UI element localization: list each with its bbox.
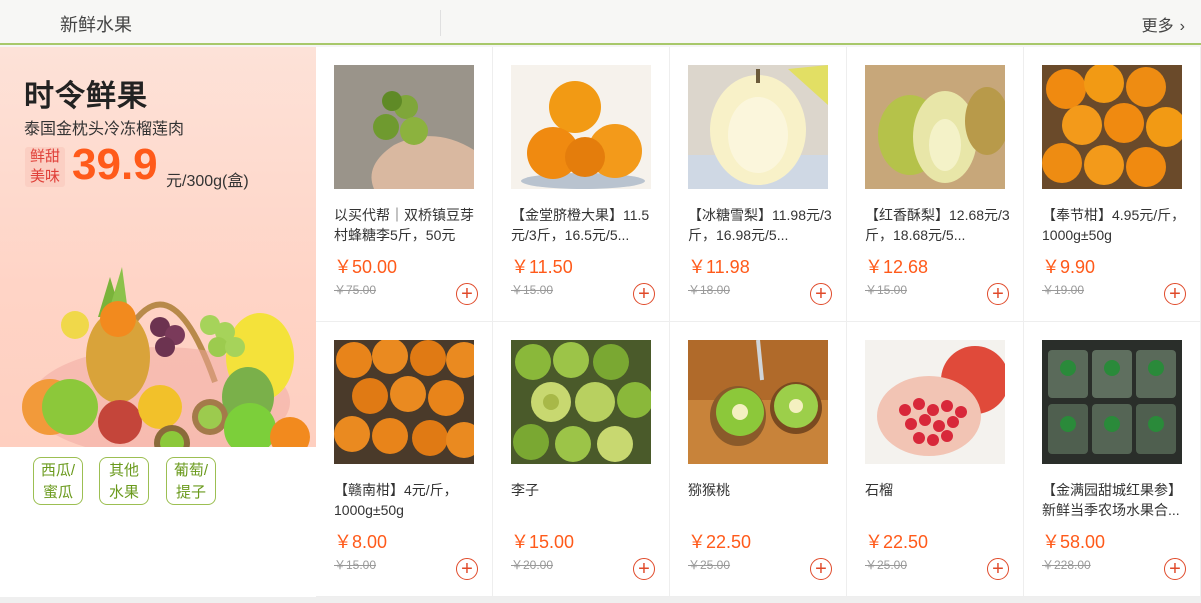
packed-fruit-photo bbox=[1042, 340, 1182, 464]
bottom-strip bbox=[0, 597, 1201, 603]
product-original-price: ￥75.00 bbox=[334, 283, 377, 297]
add-to-cart-icon[interactable]: + bbox=[1164, 558, 1186, 580]
product-card[interactable]: 【奉节柑】4.95元/斤，1000g±50g ￥9.90 ￥19.00 + bbox=[1024, 47, 1201, 322]
promo-subtitle: 泰国金枕头冷冻榴莲肉 bbox=[24, 121, 185, 138]
product-original-price: ￥228.00 bbox=[1042, 558, 1091, 572]
product-original-price: ￥25.00 bbox=[688, 558, 731, 572]
product-card[interactable]: 【冰糖雪梨】11.98元/3斤，16.98元/5... ￥11.98 ￥18.0… bbox=[670, 47, 847, 322]
navel-orange-photo bbox=[511, 65, 651, 189]
product-original-price: ￥25.00 bbox=[865, 558, 908, 572]
promo-tag: 鲜甜 美味 bbox=[25, 147, 65, 187]
product-price: ￥15.00 bbox=[511, 532, 575, 552]
kiwi-photo bbox=[688, 340, 828, 464]
product-name: 【赣南柑】4元/斤，1000g±50g bbox=[334, 482, 458, 518]
add-to-cart-icon[interactable]: + bbox=[987, 283, 1009, 305]
add-to-cart-icon[interactable]: + bbox=[456, 558, 478, 580]
category-label: 提子 bbox=[175, 484, 206, 501]
product-name: 【金堂脐橙大果】11.5元/3斤，16.5元/5... bbox=[511, 207, 650, 243]
product-original-price: ￥15.00 bbox=[334, 558, 377, 572]
add-to-cart-icon[interactable]: + bbox=[987, 558, 1009, 580]
category-label: 水果 bbox=[108, 484, 139, 501]
product-name: 【奉节柑】4.95元/斤，1000g±50g bbox=[1042, 207, 1186, 243]
product-card[interactable]: 猕猴桃 ￥22.50 ￥25.00 + bbox=[670, 322, 847, 597]
product-price: ￥11.50 bbox=[511, 257, 573, 277]
more-link[interactable]: 更多 › bbox=[1142, 12, 1185, 36]
category-label: 葡萄/ bbox=[173, 462, 209, 479]
tangerine-photo bbox=[334, 340, 474, 464]
fruit-basket-illustration bbox=[22, 267, 310, 447]
product-name: 李子 bbox=[511, 482, 539, 498]
section-header: 新鲜水果 更多 › bbox=[0, 0, 1201, 45]
product-price: ￥58.00 bbox=[1042, 532, 1106, 552]
product-grid: 以买代帮｜双桥镇豆芽村蜂糖李5斤，50元 ￥50.00 ￥75.00 + 【金堂… bbox=[316, 47, 1201, 597]
add-to-cart-icon[interactable]: + bbox=[633, 283, 655, 305]
product-original-price: ￥15.00 bbox=[865, 283, 908, 297]
snow-pear-photo bbox=[688, 65, 828, 189]
product-name: 猕猴桃 bbox=[688, 482, 730, 498]
product-card[interactable]: 【金满园甜城红果参】新鲜当季农场水果合... ￥58.00 ￥228.00 + bbox=[1024, 322, 1201, 597]
product-card[interactable]: 李子 ￥15.00 ￥20.00 + bbox=[493, 322, 670, 597]
red-pear-photo bbox=[865, 65, 1005, 189]
product-price: ￥50.00 bbox=[334, 257, 398, 277]
more-label: 更多 bbox=[1141, 18, 1174, 35]
product-price: ￥22.50 bbox=[688, 532, 752, 552]
product-original-price: ￥20.00 bbox=[511, 558, 554, 572]
product-name: 【金满园甜城红果参】新鲜当季农场水果合... bbox=[1042, 482, 1182, 518]
product-price: ￥11.98 bbox=[688, 257, 750, 277]
header-divider bbox=[440, 10, 441, 36]
product-price: ￥22.50 bbox=[865, 532, 929, 552]
category-other-fruit[interactable]: 其他 水果 bbox=[99, 457, 149, 505]
product-card[interactable]: 【金堂脐橙大果】11.5元/3斤，16.5元/5... ￥11.50 ￥15.0… bbox=[493, 47, 670, 322]
product-card[interactable]: 【红香酥梨】12.68元/3斤，18.68元/5... ￥12.68 ￥15.0… bbox=[847, 47, 1024, 322]
section-title: 新鲜水果 bbox=[60, 15, 132, 35]
promo-title: 时令鲜果 bbox=[24, 80, 148, 113]
pomegranate-photo bbox=[865, 340, 1005, 464]
orange-pile-photo bbox=[1042, 65, 1182, 189]
add-to-cart-icon[interactable]: + bbox=[810, 283, 832, 305]
promo-price: 39.9 bbox=[72, 140, 158, 189]
product-price: ￥12.68 bbox=[865, 257, 929, 277]
product-name: 【红香酥梨】12.68元/3斤，18.68元/5... bbox=[865, 207, 1010, 243]
add-to-cart-icon[interactable]: + bbox=[633, 558, 655, 580]
add-to-cart-icon[interactable]: + bbox=[456, 283, 478, 305]
product-original-price: ￥18.00 bbox=[688, 283, 731, 297]
chevron-right-icon: › bbox=[1179, 18, 1185, 35]
green-plum-photo bbox=[334, 65, 474, 189]
promo-unit: 元/300g(盒) bbox=[166, 173, 249, 190]
product-name: 【冰糖雪梨】11.98元/3斤，16.98元/5... bbox=[688, 207, 832, 243]
product-price: ￥9.90 bbox=[1042, 257, 1096, 277]
product-card[interactable]: 【赣南柑】4元/斤，1000g±50g ￥8.00 ￥15.00 + bbox=[316, 322, 493, 597]
plum-photo bbox=[511, 340, 651, 464]
promo-tag-line1: 鲜甜 bbox=[29, 148, 60, 165]
product-name: 以买代帮｜双桥镇豆芽村蜂糖李5斤，50元 bbox=[334, 207, 474, 243]
category-grape[interactable]: 葡萄/ 提子 bbox=[166, 457, 216, 505]
promo-banner[interactable]: 时令鲜果 泰国金枕头冷冻榴莲肉 鲜甜 美味 39.9 元/300g(盒) bbox=[0, 47, 316, 447]
category-label: 西瓜/ bbox=[40, 462, 76, 479]
product-original-price: ￥15.00 bbox=[511, 283, 554, 297]
product-card[interactable]: 石榴 ￥22.50 ￥25.00 + bbox=[847, 322, 1024, 597]
category-label: 蜜瓜 bbox=[42, 484, 73, 501]
category-melon[interactable]: 西瓜/ 蜜瓜 bbox=[33, 457, 83, 505]
category-tags: 西瓜/ 蜜瓜 其他 水果 葡萄/ 提子 bbox=[0, 447, 316, 603]
add-to-cart-icon[interactable]: + bbox=[810, 558, 832, 580]
add-to-cart-icon[interactable]: + bbox=[1164, 283, 1186, 305]
promo-tag-line2: 美味 bbox=[29, 168, 60, 185]
product-card[interactable]: 以买代帮｜双桥镇豆芽村蜂糖李5斤，50元 ￥50.00 ￥75.00 + bbox=[316, 47, 493, 322]
product-original-price: ￥19.00 bbox=[1042, 283, 1085, 297]
product-price: ￥8.00 bbox=[334, 532, 388, 552]
category-label: 其他 bbox=[108, 462, 139, 479]
product-name: 石榴 bbox=[865, 482, 893, 498]
